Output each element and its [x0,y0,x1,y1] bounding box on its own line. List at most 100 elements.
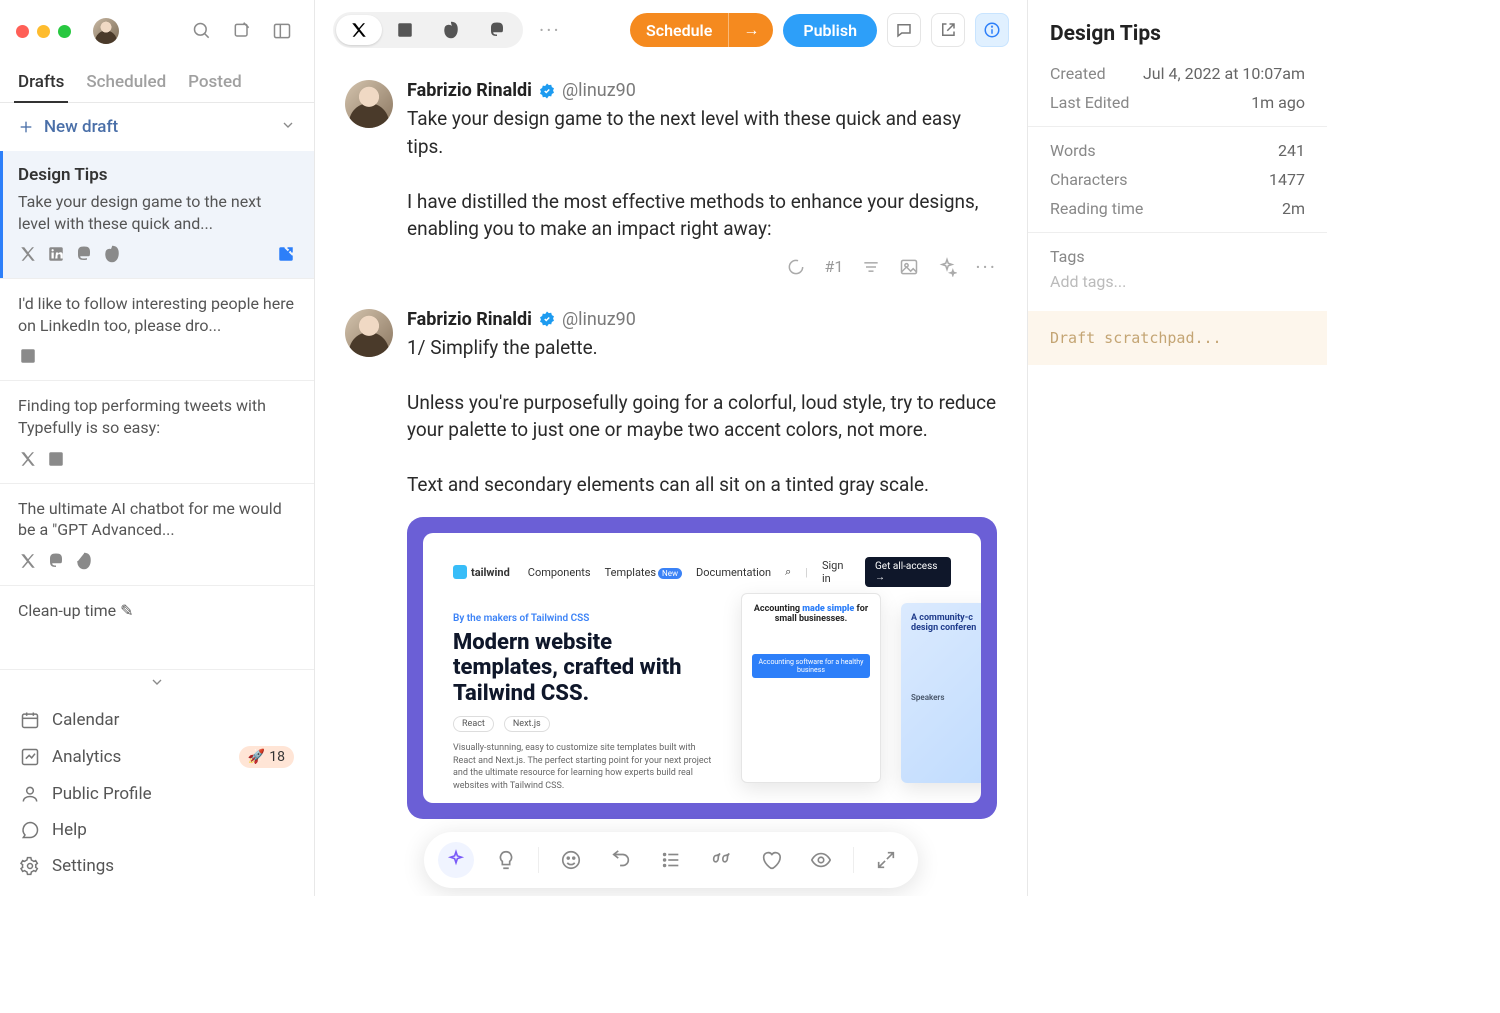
details-panel: Design Tips CreatedJul 4, 2022 at 10:07a… [1027,0,1327,896]
platform-x[interactable] [336,15,382,45]
nav-analytics[interactable]: Analytics🚀 18 [8,738,306,776]
user-avatar[interactable] [93,18,119,44]
draft-item[interactable]: Finding top performing tweets with Typef… [0,381,314,483]
author-handle: @linuz90 [562,309,636,330]
tab-posted[interactable]: Posted [188,62,241,102]
sidebar: Drafts Scheduled Posted New draft Design… [0,0,315,896]
platform-linkedin[interactable] [382,15,428,45]
minimize-window[interactable] [37,25,50,38]
schedule-button[interactable]: Schedule → [630,13,773,47]
draft-preview: Finding top performing tweets with Typef… [18,395,296,438]
analytics-badge: 🚀 18 [239,746,294,768]
linkedin-icon [18,346,38,366]
open-external-icon[interactable] [276,244,296,264]
new-draft-menu[interactable] [280,117,296,137]
search-icon[interactable] [186,15,218,47]
x-icon [18,244,38,264]
align-icon[interactable] [861,257,881,277]
draft-item[interactable]: Design Tips Take your design game to the… [0,151,314,279]
draft-item[interactable]: I'd like to follow interesting people he… [0,279,314,381]
author-handle: @linuz90 [562,80,636,101]
info-icon[interactable] [975,13,1009,47]
comments-icon[interactable] [887,13,921,47]
close-window[interactable] [16,25,29,38]
author-name: Fabrizio Rinaldi [407,80,532,101]
tweet-attachment[interactable]: tailwind Components TemplatesNew Documen… [407,517,997,819]
tags-input[interactable]: Add tags... [1050,272,1305,291]
maximize-window[interactable] [58,25,71,38]
more-icon[interactable]: ··· [975,255,997,279]
tab-scheduled[interactable]: Scheduled [86,62,166,102]
new-draft-button[interactable]: New draft [18,117,118,137]
schedule-menu-arrow[interactable]: → [728,13,773,47]
draft-preview: I'd like to follow interesting people he… [18,293,296,336]
publish-button[interactable]: Publish [783,14,877,47]
search-icon: ⌕ [785,565,791,579]
platform-mastodon[interactable] [474,15,520,45]
quote-icon[interactable] [703,842,739,878]
nav-calendar[interactable]: Calendar [8,702,306,738]
preview-icon[interactable] [803,842,839,878]
tweet-tools: #1 ··· [407,255,997,279]
platform-switcher [333,12,523,48]
linkedin-icon [46,244,66,264]
tweet: Fabrizio Rinaldi @linuz90 Take your desi… [345,80,997,279]
ai-sparkle-icon[interactable] [438,842,474,878]
sidebar-tabs: Drafts Scheduled Posted [0,62,314,103]
drafts-list[interactable]: Design Tips Take your design game to the… [0,151,314,669]
draft-item[interactable]: The ultimate AI chatbot for me would be … [0,484,314,586]
expand-icon[interactable] [868,842,904,878]
verified-icon [538,82,556,100]
titlebar [0,0,314,62]
tab-drafts[interactable]: Drafts [18,62,64,102]
undo-icon[interactable] [603,842,639,878]
platform-threads[interactable] [428,15,474,45]
x-icon [18,449,38,469]
tweet-body[interactable]: Take your design game to the next level … [407,105,997,243]
open-external-icon[interactable] [931,13,965,47]
attachment-logo: tailwind [453,565,510,579]
list-icon[interactable] [653,842,689,878]
more-platforms[interactable]: ··· [533,18,567,42]
draft-preview: Take your design game to the next level … [18,191,296,234]
sparkle-icon[interactable] [937,257,957,277]
image-icon[interactable] [899,257,919,277]
scratchpad[interactable]: Draft scratchpad... [1028,311,1327,365]
tweet-number[interactable]: #1 [824,257,843,276]
floating-toolbar [424,832,918,888]
author-avatar [345,309,393,357]
compose-icon[interactable] [226,15,258,47]
draft-preview: Clean-up time ✎ [18,600,296,622]
sidebar-toggle-icon[interactable] [266,15,298,47]
idea-icon[interactable] [488,842,524,878]
mastodon-icon [74,244,94,264]
verified-icon [538,310,556,328]
tweet: Fabrizio Rinaldi @linuz90 1/ Simplify th… [345,309,997,819]
main-editor: ··· Schedule → Publish Fabrizio Rinaldi … [315,0,1027,896]
details-title: Design Tips [1050,22,1305,46]
threads-icon [102,244,122,264]
loading-icon[interactable] [786,257,806,277]
sidebar-footer: Calendar Analytics🚀 18 Public Profile He… [0,694,314,896]
new-draft-label: New draft [44,117,118,137]
author-avatar [345,80,393,128]
x-icon [18,551,38,571]
editor-toolbar: ··· Schedule → Publish [315,0,1027,60]
draft-preview: The ultimate AI chatbot for me would be … [18,498,296,541]
draft-item[interactable]: Clean-up time ✎ [0,586,314,646]
nav-settings[interactable]: Settings [8,848,306,884]
author-name: Fabrizio Rinaldi [407,309,532,330]
linkedin-icon [46,449,66,469]
thread-editor[interactable]: Fabrizio Rinaldi @linuz90 Take your desi… [315,60,1027,896]
tweet-body[interactable]: 1/ Simplify the palette. Unless you're p… [407,334,997,499]
threads-icon [74,551,94,571]
heart-icon[interactable] [753,842,789,878]
traffic-lights [16,25,71,38]
draft-title: Design Tips [18,165,296,185]
collapse-toggle[interactable] [0,669,314,694]
mastodon-icon [46,551,66,571]
nav-profile[interactable]: Public Profile [8,776,306,812]
emoji-icon[interactable] [553,842,589,878]
tags-label: Tags [1050,247,1305,266]
nav-help[interactable]: Help [8,812,306,848]
